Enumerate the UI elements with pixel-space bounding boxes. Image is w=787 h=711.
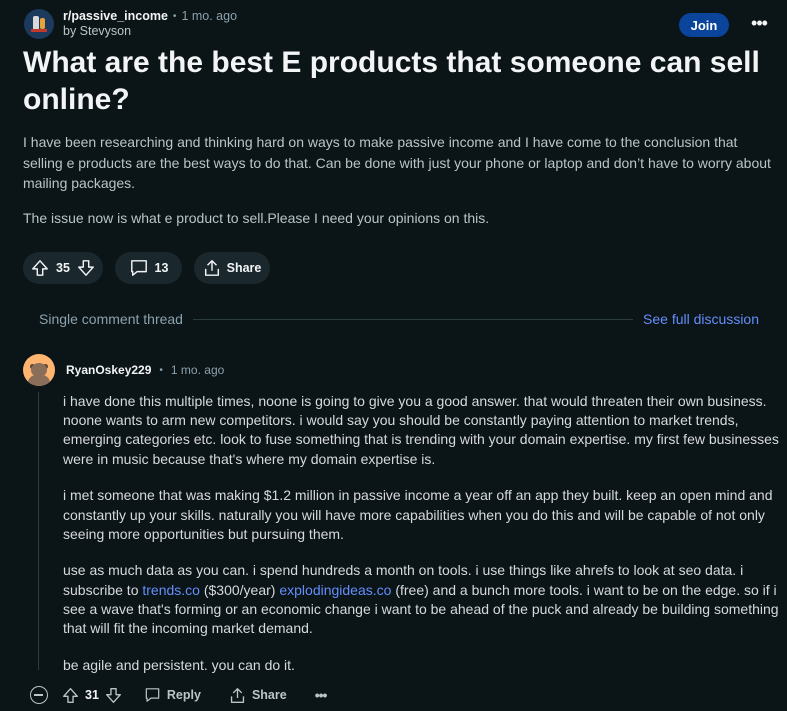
more-options-icon[interactable]: ••• (747, 13, 771, 37)
subreddit-avatar[interactable] (24, 9, 54, 39)
downvote-icon[interactable] (105, 687, 122, 704)
thread-divider (192, 318, 634, 320)
comments-button[interactable]: 13 (115, 252, 182, 284)
explodingideas-link[interactable]: explodingideas.co (279, 582, 391, 598)
comment-header: RyanOskey229 • 1 mo. ago (66, 363, 224, 377)
see-full-discussion-link[interactable]: See full discussion (643, 311, 759, 327)
post-time: 1 mo. ago (181, 9, 238, 23)
share-label: Share (226, 261, 262, 275)
post-header: r/passive_income • 1 mo. ago by Stevyson… (24, 8, 771, 40)
comment-share-label: Share (251, 688, 287, 702)
thread-bar: Single comment thread See full discussio… (39, 310, 759, 328)
comment-icon (129, 259, 149, 277)
reply-label: Reply (166, 688, 201, 702)
comment-share-button[interactable]: Share (229, 687, 287, 704)
comment-paragraph: i have done this multiple times, noone i… (63, 393, 779, 467)
post-paragraph: The issue now is what e product to sell.… (23, 209, 490, 226)
comment-paragraph: be agile and persistent. you can do it. (63, 656, 295, 673)
thread-line[interactable] (38, 392, 39, 670)
downvote-icon[interactable] (77, 259, 95, 277)
post-author[interactable]: by Stevyson (63, 24, 237, 39)
comment-actions: 31 Reply Share ••• (30, 683, 328, 707)
comment-icon (144, 687, 161, 703)
share-icon (203, 259, 221, 277)
comment-time: 1 mo. ago (170, 363, 225, 377)
comment-more-icon[interactable]: ••• (315, 687, 328, 703)
upvote-icon[interactable] (62, 687, 79, 704)
comment-count: 13 (154, 261, 169, 275)
post-body: I have been researching and thinking har… (23, 132, 773, 242)
comment-vote-count: 31 (85, 688, 99, 702)
comment-author[interactable]: RyanOskey229 (66, 363, 151, 377)
upvote-icon[interactable] (31, 259, 49, 277)
share-button[interactable]: Share (194, 252, 270, 284)
comment-vote: 31 (62, 687, 122, 704)
thread-label: Single comment thread (39, 311, 183, 327)
vote-count: 35 (56, 261, 70, 275)
separator-dot: • (159, 364, 163, 376)
comment-text: ($300/year) (199, 581, 280, 598)
commenter-avatar[interactable] (23, 354, 55, 386)
post-paragraph: I have been researching and thinking har… (23, 134, 771, 191)
post-title: What are the best E products that someon… (23, 46, 760, 116)
comment-paragraph: use as much data as you can. i spend hun… (63, 561, 783, 638)
comment-body: i have done this multiple times, noone i… (63, 392, 783, 692)
post-meta: r/passive_income • 1 mo. ago by Stevyson (63, 9, 237, 39)
comment-paragraph: i met someone that was making $1.2 milli… (63, 487, 773, 542)
join-button[interactable]: Join (679, 13, 729, 37)
post-actions: 35 13 Share (23, 252, 270, 284)
reply-button[interactable]: Reply (144, 687, 201, 703)
separator-dot: • (172, 11, 177, 22)
share-icon (229, 687, 246, 704)
subreddit-name[interactable]: r/passive_income (63, 9, 168, 24)
trends-link[interactable]: trends.co (142, 582, 200, 598)
vote-pill: 35 (23, 252, 103, 284)
collapse-icon[interactable] (30, 686, 48, 704)
